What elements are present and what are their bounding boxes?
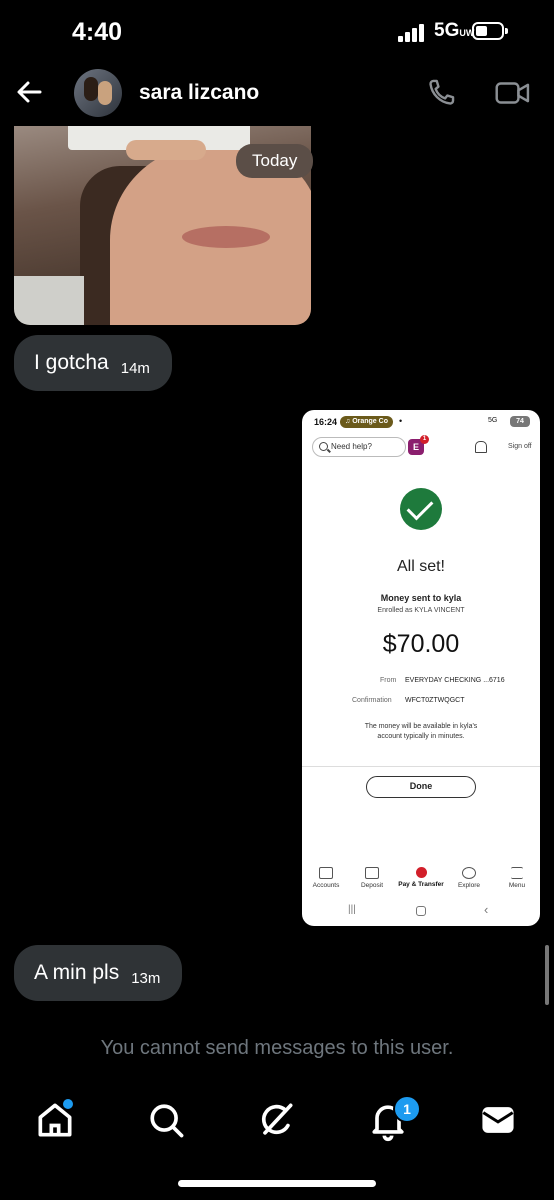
- message-bubble[interactable]: I gotcha 14m: [14, 335, 172, 391]
- bottom-nav: [0, 1090, 554, 1152]
- message-time: 13m: [131, 969, 161, 987]
- message-time: 14m: [120, 359, 150, 377]
- from-label: From: [380, 677, 397, 684]
- messages-icon[interactable]: [476, 1098, 520, 1142]
- music-pill: ♫ Orange Co: [340, 416, 393, 428]
- divider: [302, 766, 540, 767]
- screenshot-message[interactable]: 16:24 ♫ Orange Co • 5G 74 Need help? E1 …: [302, 410, 540, 926]
- battery-icon: [472, 22, 508, 40]
- conversation-header: sara lizcano: [0, 64, 554, 124]
- notification-badge: 1: [393, 1095, 421, 1123]
- screenshot-network: 5G: [488, 417, 498, 424]
- availability-note: The money will be available in kyla's ac…: [364, 723, 478, 740]
- screenshot-status-bar: 16:24 ♫ Orange Co • 5G 74: [302, 410, 540, 434]
- grok-icon[interactable]: [254, 1098, 298, 1142]
- money-sent-text: Money sent to kyla: [380, 593, 462, 603]
- video-camera-icon[interactable]: [494, 76, 532, 110]
- cannot-message-notice: You cannot send messages to this user.: [100, 1037, 454, 1059]
- confirmation-label: Confirmation: [352, 697, 392, 704]
- home-indicator[interactable]: [178, 1180, 376, 1187]
- date-separator: Today: [236, 144, 314, 178]
- scrollbar[interactable]: [545, 945, 549, 1005]
- avatar[interactable]: [74, 69, 122, 117]
- status-time: 4:40: [72, 18, 123, 46]
- screenshot-time: 16:24: [314, 417, 338, 427]
- search-icon[interactable]: [144, 1098, 188, 1142]
- status-bar: 4:40 5GUW: [0, 0, 554, 64]
- message-text: A min pls: [34, 961, 120, 984]
- recents-icon: |||: [348, 904, 356, 915]
- help-placeholder: Need help?: [331, 442, 372, 451]
- home-unread-dot: [61, 1097, 75, 1111]
- search-icon: [319, 442, 328, 451]
- help-search-input: Need help?: [312, 437, 406, 457]
- nav-accounts: Accounts: [302, 867, 350, 889]
- enrolled-text: Enrolled as KYLA VINCENT: [377, 607, 465, 614]
- back-chevron-icon: ‹: [484, 902, 489, 917]
- amount-value: $70.00: [382, 630, 460, 658]
- screenshot-system-nav: ||| ‹: [302, 902, 540, 920]
- message-text: I gotcha: [34, 351, 109, 374]
- message-bubble[interactable]: A min pls 13m: [14, 945, 183, 1001]
- nav-explore: Explore: [445, 867, 493, 889]
- contact-name[interactable]: sara lizcano: [139, 81, 259, 105]
- dot-icon: •: [399, 416, 403, 426]
- bell-icon: [475, 441, 487, 453]
- nav-menu: Menu: [493, 867, 540, 889]
- signal-icon: [398, 24, 428, 42]
- checkmark-icon: [400, 488, 442, 530]
- done-button: Done: [366, 776, 476, 798]
- back-arrow-icon[interactable]: [14, 76, 46, 108]
- erica-badge: 1: [420, 435, 429, 444]
- phone-icon[interactable]: [424, 76, 458, 110]
- confirmation-value: WFCT0ZTWQGCT: [405, 697, 465, 704]
- screenshot-bottom-nav: Accounts Deposit Pay & Transfer Explore …: [302, 867, 540, 897]
- erica-icon: E1: [408, 435, 429, 455]
- network-label: 5GUW: [434, 20, 475, 41]
- all-set-heading: All set!: [396, 558, 445, 575]
- nav-pay-transfer: Pay & Transfer: [397, 867, 445, 888]
- from-value: EVERYDAY CHECKING ...6716: [405, 677, 505, 684]
- screenshot-battery-icon: 74: [510, 416, 530, 427]
- sign-off-link: Sign off: [508, 443, 532, 450]
- nav-deposit: Deposit: [348, 867, 396, 889]
- home-square-icon: [416, 906, 426, 916]
